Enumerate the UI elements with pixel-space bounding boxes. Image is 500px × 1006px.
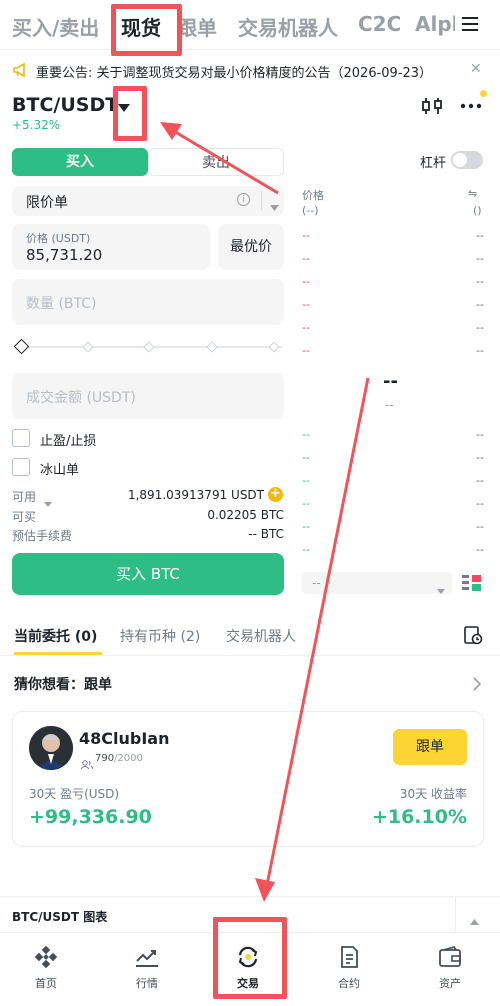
annotation-arrowhead-pair <box>160 122 182 140</box>
annotation-arrow-pair <box>171 128 279 195</box>
annotation-arrowhead-trade <box>255 878 275 902</box>
annotation-arrow-trade <box>265 377 370 886</box>
annotation-arrows <box>160 122 370 902</box>
